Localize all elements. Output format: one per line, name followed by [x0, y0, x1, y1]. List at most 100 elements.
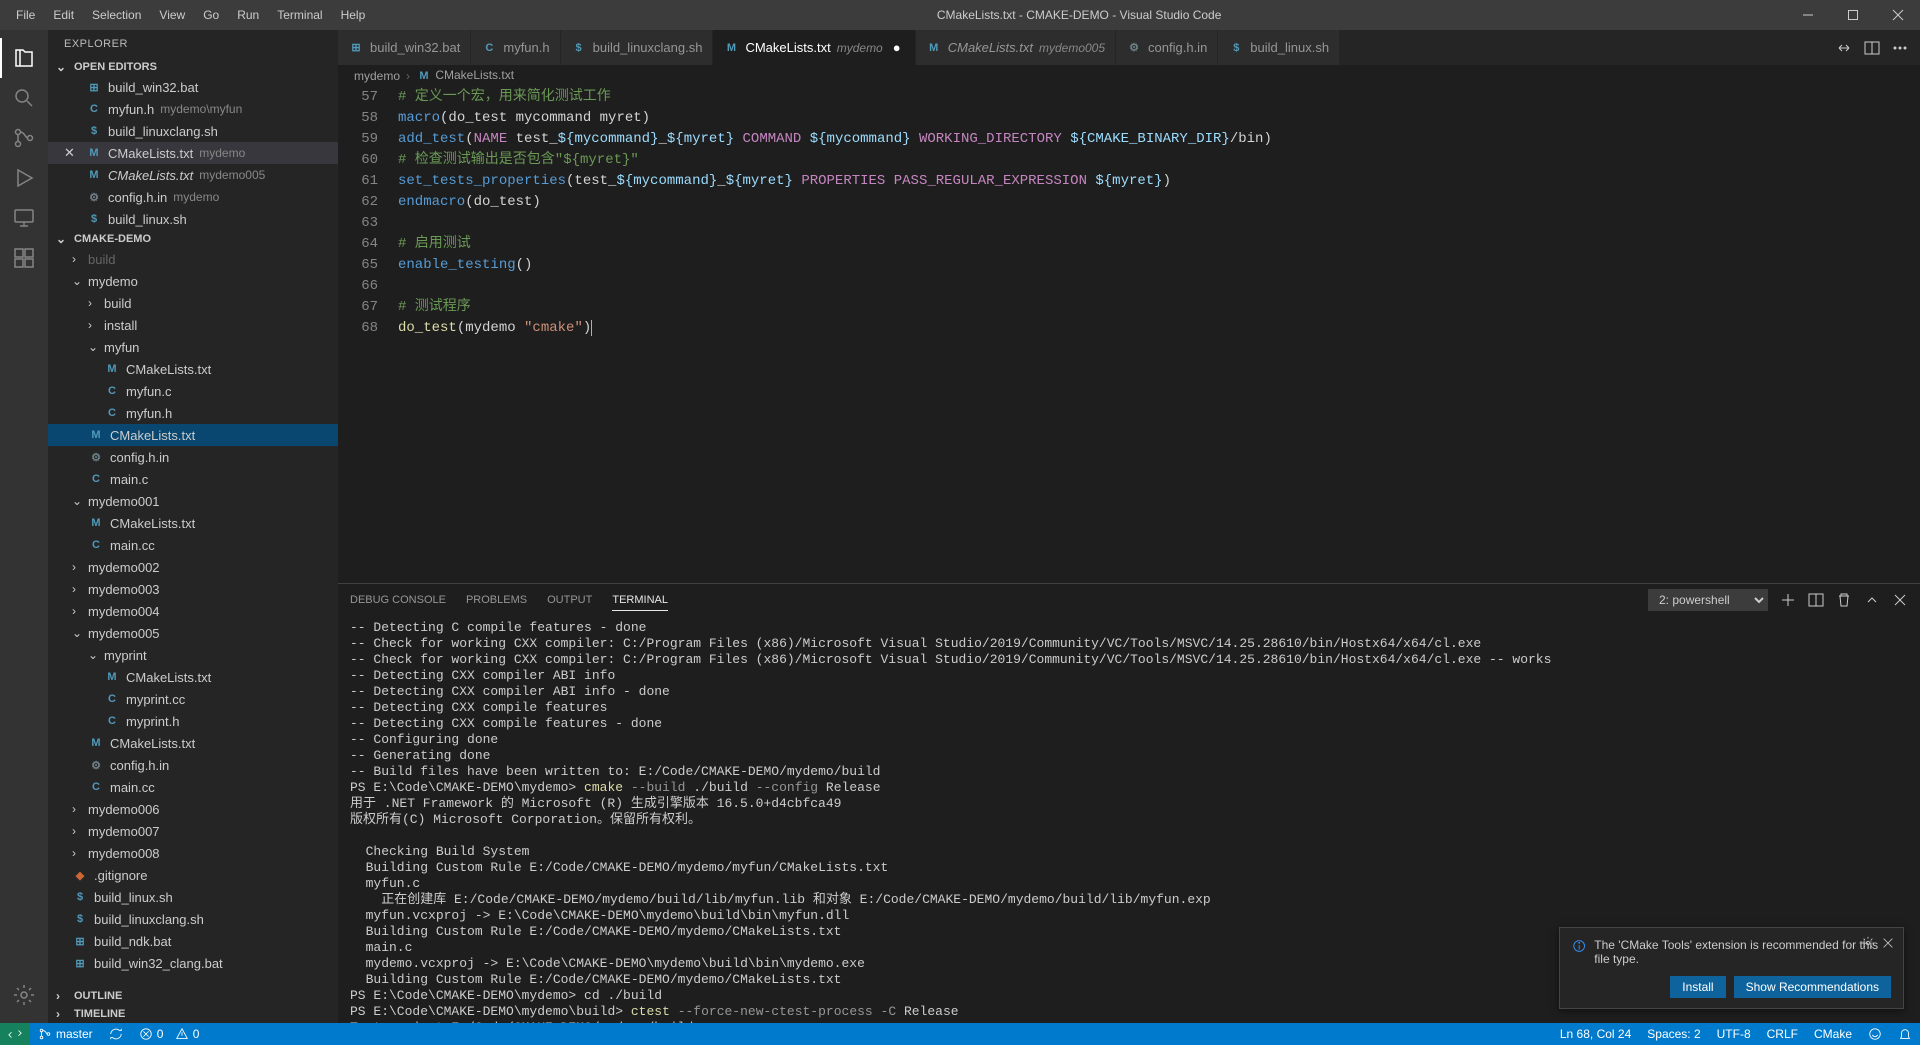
git-branch[interactable]: master [30, 1023, 101, 1045]
editor-tab[interactable]: Cmyfun.h [471, 30, 560, 65]
language-mode[interactable]: CMake [1806, 1023, 1860, 1045]
breadcrumb-item[interactable]: mydemo [354, 69, 400, 83]
close-icon[interactable] [1881, 936, 1895, 950]
file-item[interactable]: ⚙config.h.in [48, 754, 338, 776]
panel-tab-terminal[interactable]: TERMINAL [612, 590, 668, 611]
folder-item[interactable]: ›mydemo002 [48, 556, 338, 578]
editor-tab[interactable]: MCMakeLists.txt mydemo005 [916, 30, 1116, 65]
close-button[interactable] [1875, 0, 1920, 30]
file-item[interactable]: MCMakeLists.txt [48, 358, 338, 380]
open-editor-item[interactable]: ⊞build_win32.bat [48, 76, 338, 98]
compare-icon[interactable] [1836, 40, 1852, 56]
search-icon[interactable] [0, 78, 48, 118]
open-editor-item[interactable]: ⚙config.h.in mydemo [48, 186, 338, 208]
open-editors-section[interactable]: ⌄OPEN EDITORS [48, 58, 338, 76]
file-item[interactable]: $build_linux.sh [48, 886, 338, 908]
gear-icon[interactable] [1861, 936, 1875, 950]
file-item[interactable]: MCMakeLists.txt [48, 666, 338, 688]
open-editor-item[interactable]: $build_linux.sh [48, 208, 338, 230]
maximize-panel-icon[interactable] [1864, 592, 1880, 608]
menu-edit[interactable]: Edit [45, 4, 82, 26]
open-editor-item[interactable]: Cmyfun.h mydemo\myfun [48, 98, 338, 120]
folder-item[interactable]: ⌄mydemo005 [48, 622, 338, 644]
folder-item[interactable]: ›mydemo008 [48, 842, 338, 864]
timeline-section[interactable]: ›TIMELINE [48, 1005, 338, 1023]
settings-icon[interactable] [0, 975, 48, 1015]
editor-tab[interactable]: $build_linuxclang.sh [561, 30, 714, 65]
breadcrumb-item[interactable]: M CMakeLists.txt [416, 68, 514, 84]
file-item[interactable]: MCMakeLists.txt [48, 424, 338, 446]
menu-terminal[interactable]: Terminal [269, 4, 330, 26]
explorer-icon[interactable] [0, 38, 48, 78]
folder-item[interactable]: ⌄myprint [48, 644, 338, 666]
file-item[interactable]: Cmain.cc [48, 776, 338, 798]
encoding[interactable]: UTF-8 [1709, 1023, 1759, 1045]
source-control-icon[interactable] [0, 118, 48, 158]
code-editor[interactable]: # 定义一个宏，用来简化测试工作macro(do_test mycommand … [398, 87, 1820, 583]
file-item[interactable]: ⊞build_ndk.bat [48, 930, 338, 952]
file-item[interactable]: Cmain.cc [48, 534, 338, 556]
editor-tab[interactable]: ⊞build_win32.bat [338, 30, 471, 65]
show-recommendations-button[interactable]: Show Recommendations [1734, 976, 1891, 998]
workspace-section[interactable]: ⌄CMAKE-DEMO [48, 230, 338, 248]
install-button[interactable]: Install [1670, 976, 1725, 998]
menu-file[interactable]: File [8, 4, 43, 26]
file-item[interactable]: Cmyprint.cc [48, 688, 338, 710]
folder-item[interactable]: ›mydemo006 [48, 798, 338, 820]
menu-go[interactable]: Go [195, 4, 227, 26]
minimap[interactable] [1820, 87, 1920, 583]
run-icon[interactable] [0, 158, 48, 198]
panel-tab-output[interactable]: OUTPUT [547, 590, 592, 610]
minimize-button[interactable] [1785, 0, 1830, 30]
file-item[interactable]: MCMakeLists.txt [48, 512, 338, 534]
editor-tab[interactable]: ⚙config.h.in [1116, 30, 1218, 65]
folder-item[interactable]: ›build [48, 292, 338, 314]
folder-item[interactable]: ›mydemo004 [48, 600, 338, 622]
open-editor-item[interactable]: MCMakeLists.txt mydemo005 [48, 164, 338, 186]
editor-tab[interactable]: MCMakeLists.txt mydemo● [713, 30, 915, 65]
file-item[interactable]: ◆.gitignore [48, 864, 338, 886]
new-terminal-icon[interactable] [1780, 592, 1796, 608]
folder-item[interactable]: ›mydemo007 [48, 820, 338, 842]
open-editor-item[interactable]: ✕MCMakeLists.txt mydemo [48, 142, 338, 164]
notifications-icon[interactable] [1890, 1023, 1920, 1045]
sync-button[interactable] [101, 1023, 131, 1045]
panel-tab-problems[interactable]: PROBLEMS [466, 590, 527, 610]
menu-view[interactable]: View [151, 4, 193, 26]
menu-run[interactable]: Run [229, 4, 267, 26]
outline-section[interactable]: ›OUTLINE [48, 987, 338, 1005]
close-panel-icon[interactable] [1892, 592, 1908, 608]
extensions-icon[interactable] [0, 238, 48, 278]
breadcrumb[interactable]: mydemo›M CMakeLists.txt [338, 65, 1920, 87]
remote-icon[interactable] [0, 198, 48, 238]
file-item[interactable]: Cmain.c [48, 468, 338, 490]
folder-item[interactable]: ⌄mydemo001 [48, 490, 338, 512]
problems-button[interactable]: 0 0 [131, 1023, 208, 1045]
indentation[interactable]: Spaces: 2 [1639, 1023, 1708, 1045]
folder-item[interactable]: ⌄myfun [48, 336, 338, 358]
file-item[interactable]: Cmyfun.h [48, 402, 338, 424]
menu-help[interactable]: Help [333, 4, 374, 26]
split-icon[interactable] [1864, 40, 1880, 56]
kill-terminal-icon[interactable] [1836, 592, 1852, 608]
folder-item[interactable]: ⌄mydemo [48, 270, 338, 292]
panel-tab-debug-console[interactable]: DEBUG CONSOLE [350, 590, 446, 610]
more-icon[interactable] [1892, 40, 1908, 56]
eol[interactable]: CRLF [1759, 1023, 1806, 1045]
folder-item[interactable]: ›install [48, 314, 338, 336]
editor-tab[interactable]: $build_linux.sh [1218, 30, 1340, 65]
file-item[interactable]: MCMakeLists.txt [48, 732, 338, 754]
cursor-position[interactable]: Ln 68, Col 24 [1552, 1023, 1639, 1045]
folder-item[interactable]: ›build [48, 248, 338, 270]
folder-item[interactable]: ›mydemo003 [48, 578, 338, 600]
file-item[interactable]: Cmyfun.c [48, 380, 338, 402]
menu-selection[interactable]: Selection [84, 4, 149, 26]
file-item[interactable]: ⊞build_win32_clang.bat [48, 952, 338, 974]
split-terminal-icon[interactable] [1808, 592, 1824, 608]
open-editor-item[interactable]: $build_linuxclang.sh [48, 120, 338, 142]
file-item[interactable]: $build_linuxclang.sh [48, 908, 338, 930]
terminal-selector[interactable]: 2: powershell [1648, 589, 1768, 611]
remote-indicator[interactable] [0, 1023, 30, 1045]
maximize-button[interactable] [1830, 0, 1875, 30]
file-item[interactable]: Cmyprint.h [48, 710, 338, 732]
